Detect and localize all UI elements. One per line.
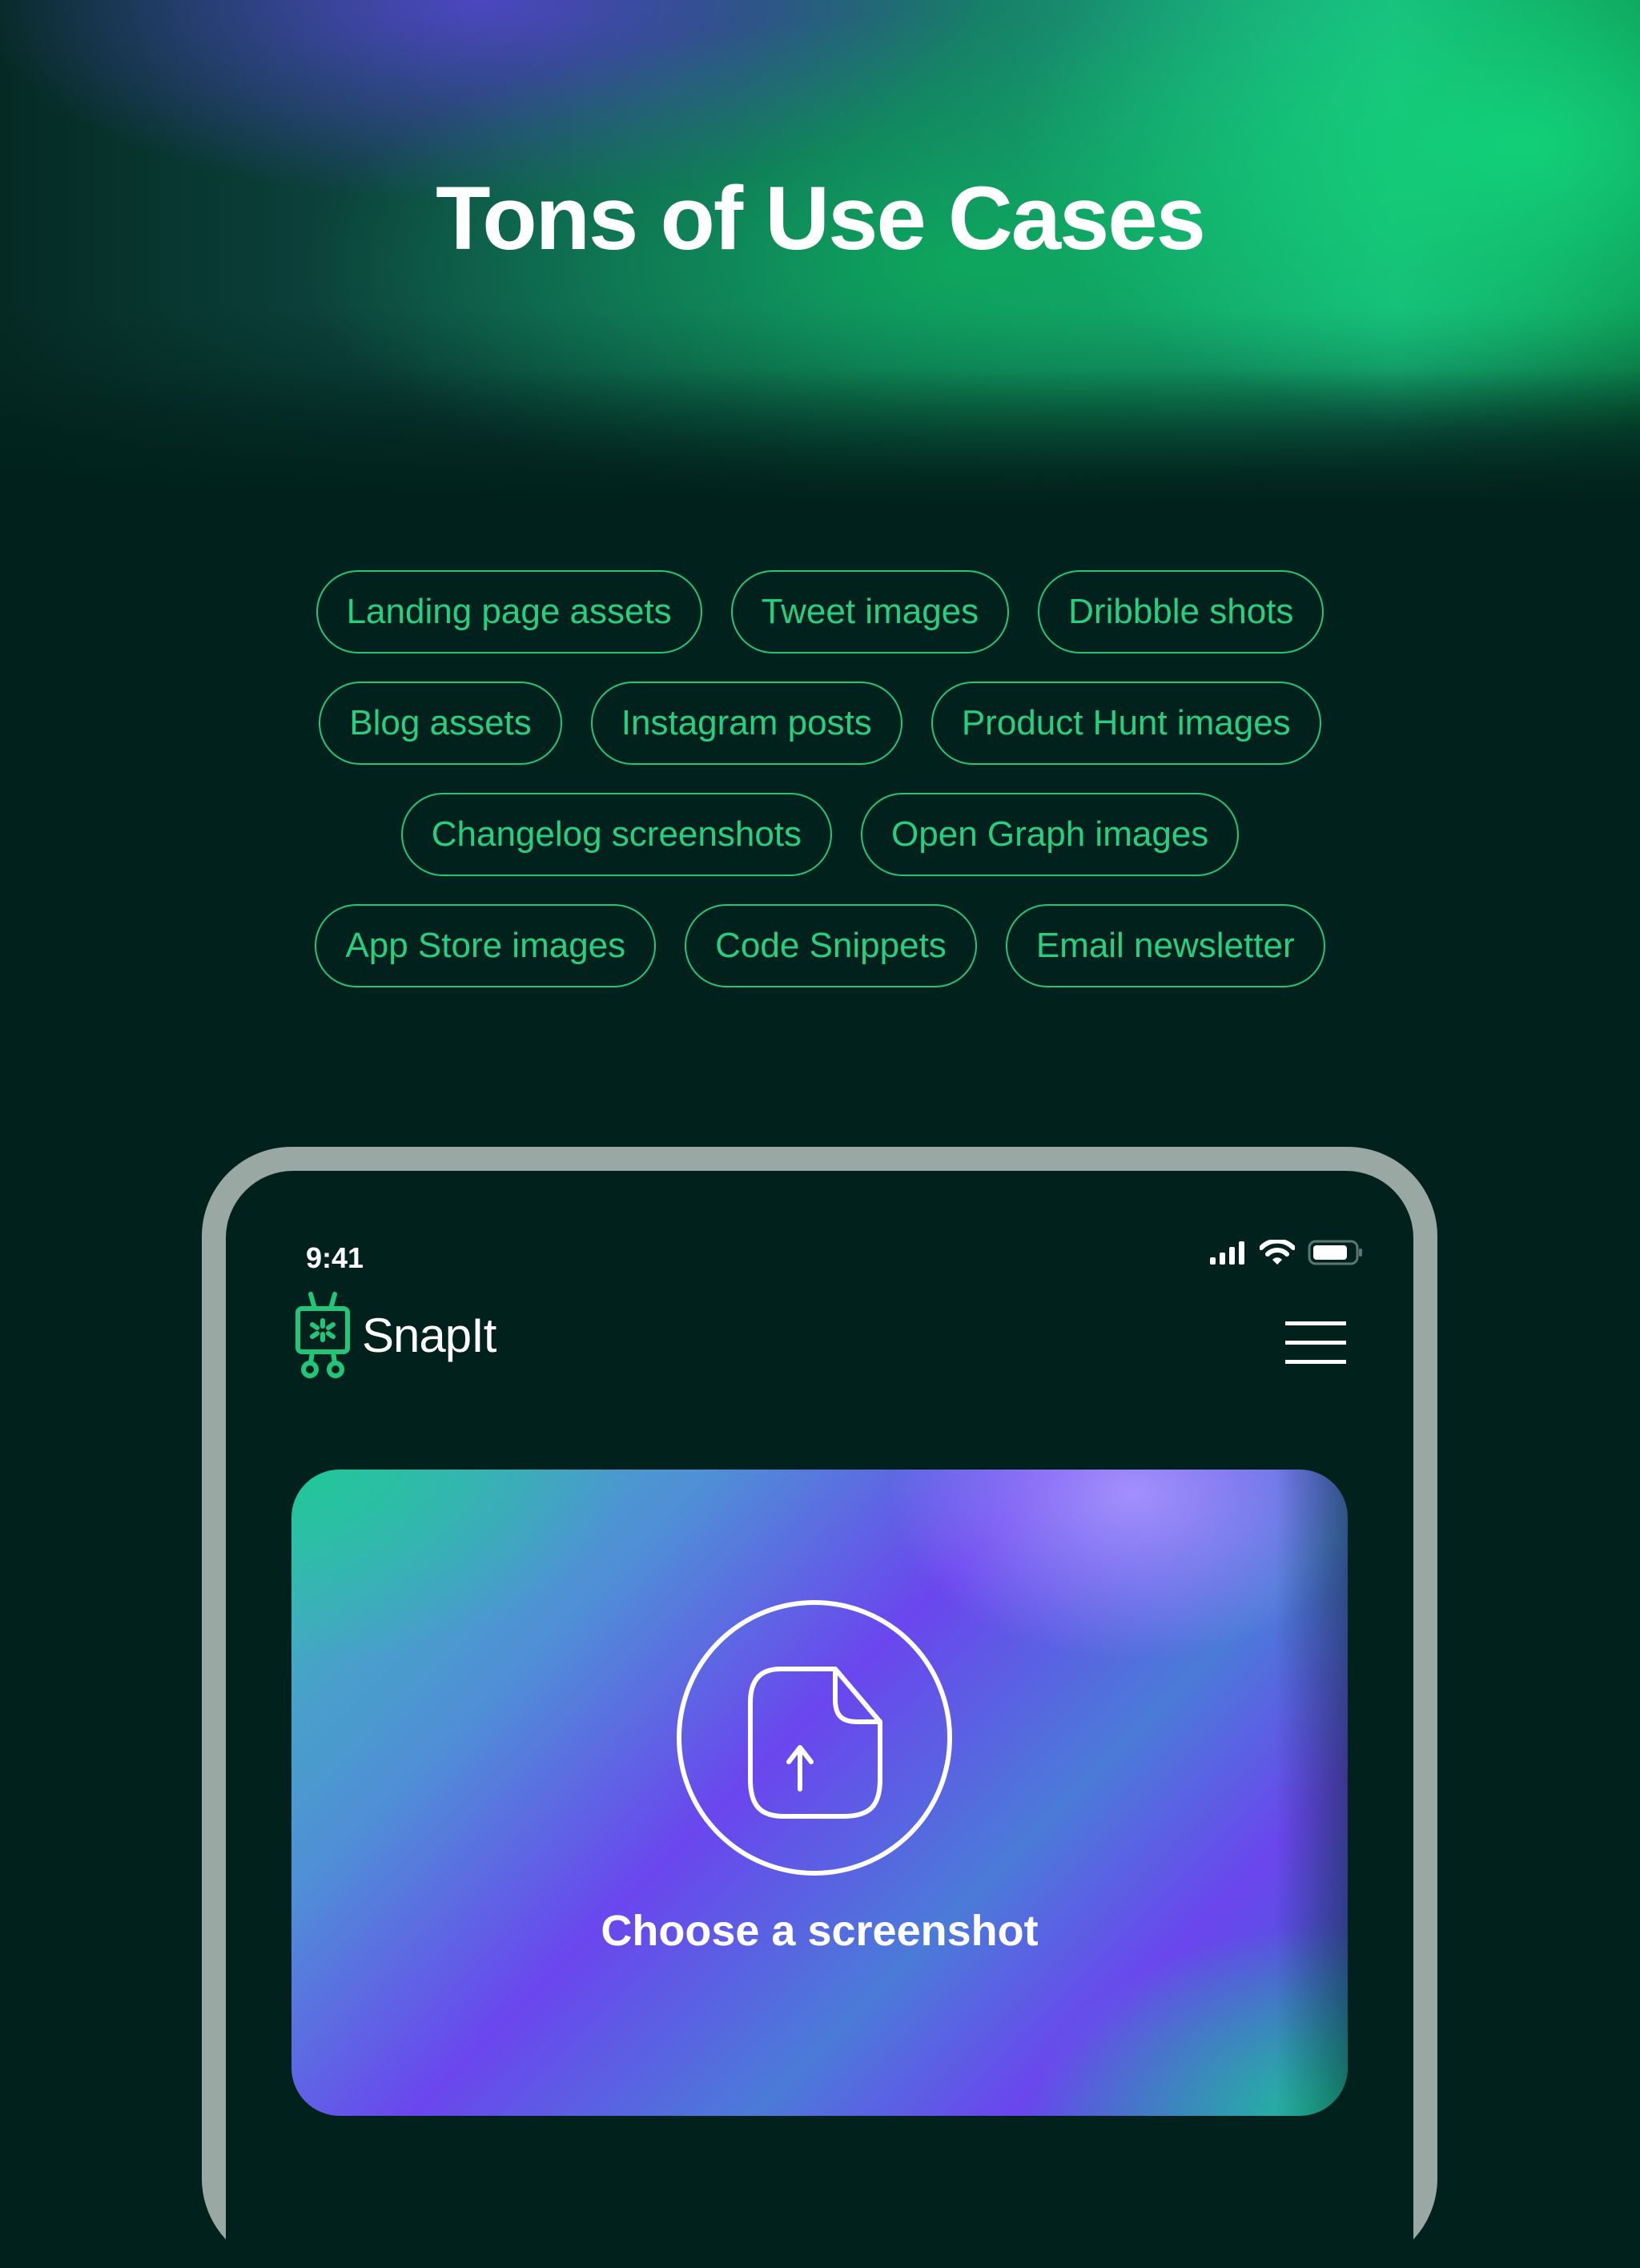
upload-dropzone[interactable]: Choose a screenshot (291, 1470, 1348, 2116)
app-header: SnapIt (293, 1291, 1346, 1387)
use-case-pill[interactable]: Open Graph images (861, 793, 1240, 876)
use-case-pill[interactable]: Blog assets (319, 682, 562, 765)
file-upload-icon (748, 1667, 882, 1819)
pill-row: Blog assets Instagram posts Product Hunt… (0, 682, 1640, 765)
use-case-pill[interactable]: Tweet images (730, 570, 1010, 653)
use-case-pill[interactable]: App Store images (315, 904, 657, 987)
use-case-pills: Landing page assets Tweet images Dribbbl… (0, 570, 1640, 1015)
brand-name: SnapIt (362, 1308, 496, 1362)
use-case-pill[interactable]: Product Hunt images (931, 682, 1321, 765)
use-case-pill[interactable]: Instagram posts (590, 682, 902, 765)
status-icons (1208, 1240, 1364, 1265)
use-case-pill[interactable]: Changelog screenshots (400, 793, 833, 876)
cellular-signal-icon (1210, 1241, 1244, 1265)
phone-screen: 9:41 SnapIt Choose a screenshot (226, 1171, 1413, 2268)
pill-row: Landing page assets Tweet images Dribbbl… (0, 570, 1640, 653)
use-case-pill[interactable]: Dribbble shots (1038, 570, 1324, 653)
phone-frame: 9:41 SnapIt Choose a screenshot (202, 1147, 1437, 2268)
pill-row: Changelog screenshots Open Graph images (0, 793, 1640, 876)
battery-icon (1308, 1240, 1362, 1265)
status-time: 9:41 (306, 1241, 364, 1274)
use-case-pill[interactable]: Landing page assets (316, 570, 702, 653)
pill-row: App Store images Code Snippets Email new… (0, 904, 1640, 987)
upload-circle (677, 1600, 952, 1876)
page-title: Tons of Use Cases (436, 168, 1206, 268)
wifi-icon (1260, 1240, 1295, 1265)
tv-robot-logo-icon (295, 1292, 350, 1378)
hamburger-menu-icon[interactable] (1285, 1321, 1346, 1365)
upload-label: Choose a screenshot (601, 1907, 1039, 1955)
use-case-pill[interactable]: Email newsletter (1005, 904, 1325, 987)
brand[interactable]: SnapIt (293, 1291, 496, 1379)
use-case-pill[interactable]: Code Snippets (685, 904, 977, 987)
